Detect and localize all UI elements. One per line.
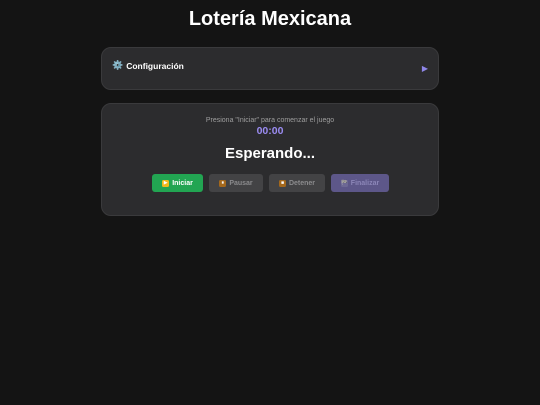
stop-button-label: Detener (288, 179, 316, 187)
finish-button[interactable]: 🏁 Finalizar (331, 174, 389, 192)
stop-button[interactable]: ■ Detener (269, 174, 325, 192)
timer-display: 00:00 (256, 125, 284, 137)
expand-arrow-icon[interactable]: ▶ (422, 64, 428, 73)
pause-icon: ⏸ (219, 179, 227, 187)
pause-button[interactable]: ⏸ Pausar (209, 174, 263, 192)
play-icon: ▶ (162, 179, 170, 187)
pause-button-label: Pausar (229, 179, 253, 187)
game-panel: Presiona "Iniciar" para comenzar el jueg… (101, 103, 439, 216)
instruction-text: Presiona "Iniciar" para comenzar el jueg… (205, 117, 335, 124)
config-panel[interactable]: ⚙️ Configuración ▶ (101, 47, 439, 90)
flag-icon: 🏁 (340, 179, 348, 187)
stop-icon: ■ (278, 179, 286, 187)
config-header[interactable]: ⚙️ Configuración (112, 60, 184, 71)
gear-icon: ⚙️ (112, 60, 124, 70)
control-buttons: ▶ Iniciar ⏸ Pausar ■ Detener 🏁 Finalizar (102, 174, 438, 192)
config-label: Configuración (126, 60, 184, 71)
page-title: Lotería Mexicana (188, 8, 352, 30)
start-button[interactable]: ▶ Iniciar (152, 174, 203, 192)
game-status: Esperando... (224, 145, 316, 162)
finish-button-label: Finalizar (350, 179, 380, 187)
start-button-label: Iniciar (172, 179, 193, 187)
